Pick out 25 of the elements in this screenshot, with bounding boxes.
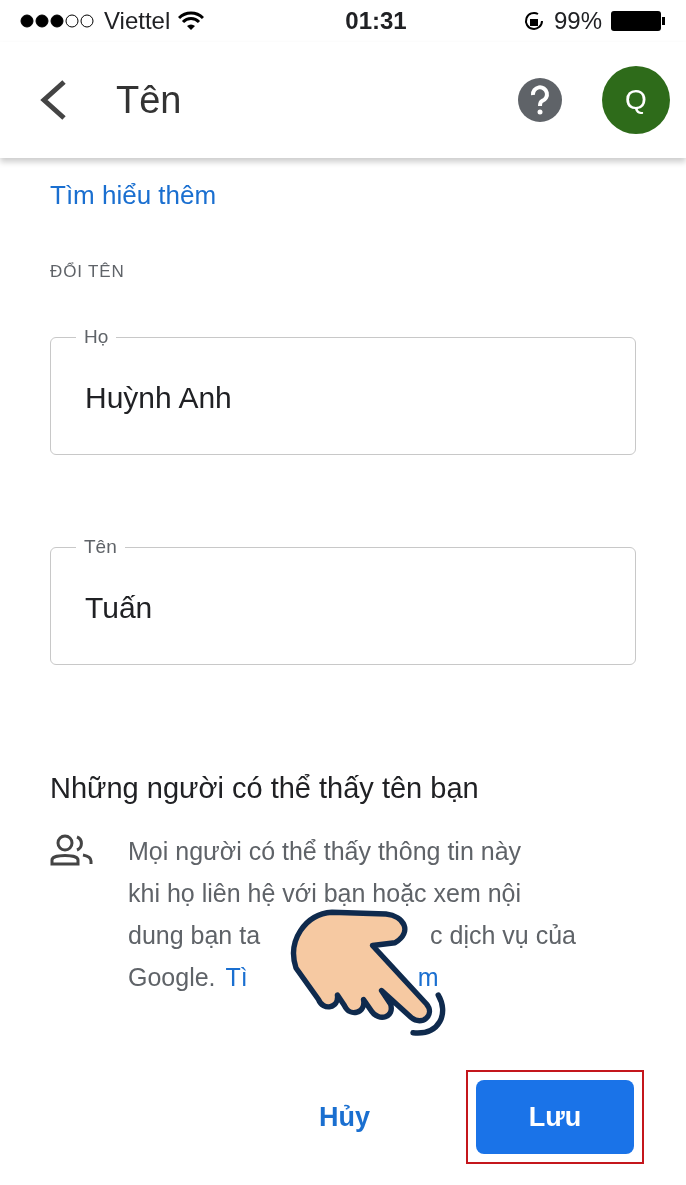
signal-icon: [20, 14, 96, 28]
battery-icon: [610, 10, 666, 32]
learn-more-link[interactable]: Tì: [225, 956, 248, 998]
carrier-name: Viettel: [104, 6, 171, 36]
wifi-icon: [178, 11, 205, 31]
battery-percent: 99%: [553, 6, 602, 36]
avatar[interactable]: Q: [602, 66, 670, 134]
description-text: Mọi người có thể thấy thông tin này: [128, 836, 522, 867]
description-text: c dịch vụ của: [430, 920, 576, 951]
page-title: Tên: [116, 77, 183, 123]
learn-more-link[interactable]: Tìm hiểu thêm: [50, 180, 217, 210]
help-icon[interactable]: [518, 78, 562, 122]
description-text: khi họ liên hệ với bạn hoặc xem nội: [128, 878, 522, 909]
cancel-button[interactable]: Hủy: [303, 1080, 386, 1154]
description-text: dung bạn ta: [128, 920, 261, 951]
field-value: Huỳnh Anh: [85, 380, 232, 416]
back-icon[interactable]: [40, 80, 68, 120]
field-value: Tuấn: [85, 590, 153, 626]
people-icon: [50, 834, 94, 866]
save-button[interactable]: Lưu: [476, 1080, 634, 1154]
section-label: ĐỔI TÊN: [50, 261, 126, 283]
section-heading: Những người có thể thấy tên bạn: [50, 770, 480, 806]
status-time: 01:31: [344, 6, 408, 36]
description-text: Google.: [128, 962, 216, 993]
learn-more-link[interactable]: m: [417, 956, 439, 998]
